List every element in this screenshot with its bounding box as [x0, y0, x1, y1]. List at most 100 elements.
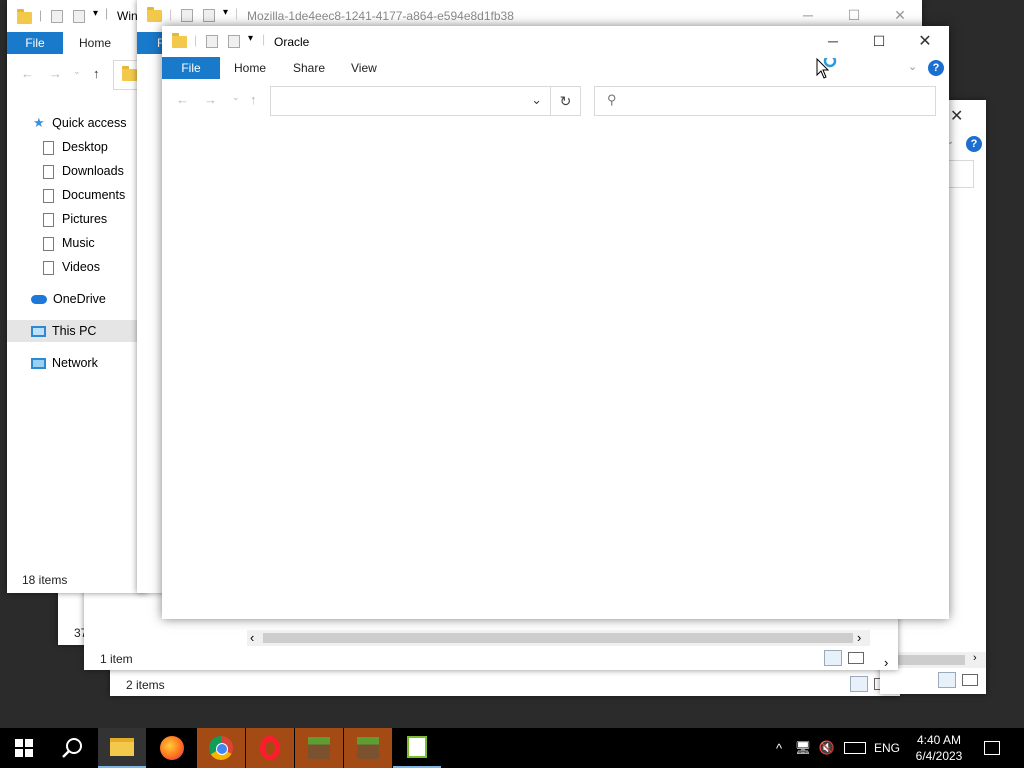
address-bar[interactable]: ⌄: [270, 86, 551, 116]
close-icon[interactable]: ✕: [950, 106, 963, 126]
sidebar-item-downloads[interactable]: Downloads: [43, 160, 124, 182]
sidebar-item-videos[interactable]: Videos: [43, 256, 100, 278]
taskbar-opera[interactable]: [246, 728, 294, 768]
sidebar-item-label: Music: [62, 236, 95, 250]
up-arrow-icon[interactable]: ↑: [250, 92, 257, 107]
sidebar-item-onedrive[interactable]: OneDrive: [31, 288, 106, 310]
customize-quick-access-icon[interactable]: ▾: [248, 33, 253, 44]
chrome-icon: [209, 736, 233, 760]
back-arrow-icon[interactable]: ←: [176, 92, 189, 107]
large-icons-view-button[interactable]: [848, 652, 864, 664]
sidebar-item-desktop[interactable]: Desktop: [43, 136, 108, 158]
large-icons-view-button[interactable]: [962, 674, 978, 686]
sidebar-item-label: Videos: [62, 260, 100, 274]
sidebar-item-this-pc[interactable]: This PC: [7, 320, 147, 342]
refresh-icon: ↻: [559, 93, 572, 109]
navigation-pane: ★ Quick access Desktop Downloads Documen…: [7, 112, 147, 382]
help-icon[interactable]: ?: [928, 60, 944, 76]
customize-quick-access-icon[interactable]: ▾: [93, 8, 98, 19]
clock[interactable]: 4:40 AM 6/4/2023: [908, 728, 970, 768]
recent-locations-chevron-icon[interactable]: ⌄: [232, 92, 240, 103]
taskbar-file-explorer[interactable]: [98, 728, 146, 768]
new-folder-icon[interactable]: [73, 10, 85, 24]
desktop-icon: [43, 140, 54, 155]
window-title: Win: [117, 9, 138, 23]
file-list-area[interactable]: [162, 122, 949, 619]
sidebar-item-label: Desktop: [62, 140, 108, 154]
volume-muted-icon[interactable]: 🔇: [816, 728, 838, 768]
explorer-window-oracle: | ▾ | Oracle ─ ☐ ✕ File Home Share View …: [162, 26, 949, 619]
sidebar-item-label: Downloads: [62, 164, 124, 178]
close-button[interactable]: ✕: [902, 26, 948, 56]
action-center-button[interactable]: [978, 728, 1006, 768]
folder-icon: [122, 66, 137, 81]
sidebar-item-label: Network: [52, 356, 98, 370]
folder-icon: [147, 6, 162, 22]
up-arrow-icon[interactable]: ↑: [93, 66, 100, 81]
chevron-right-icon[interactable]: ›: [857, 630, 861, 645]
forward-arrow-icon[interactable]: →: [204, 92, 217, 107]
tab-home[interactable]: Home: [67, 32, 123, 54]
taskbar-firefox[interactable]: [148, 728, 196, 768]
folder-icon: [17, 8, 32, 24]
taskbar-notepad-plus-plus[interactable]: [393, 728, 441, 768]
new-folder-icon[interactable]: [203, 9, 215, 23]
show-hidden-icons-chevron[interactable]: ^: [770, 728, 788, 768]
help-icon[interactable]: ?: [966, 136, 982, 152]
explorer-window-back: | ▾ | Win File Home ← → ⌄ ↑ ★ Quick acce…: [7, 0, 147, 593]
search-button[interactable]: [48, 728, 96, 768]
properties-icon[interactable]: [206, 35, 218, 49]
network-status-icon[interactable]: 🖥: [792, 728, 814, 768]
minecraft-icon: [308, 737, 330, 759]
details-view-button[interactable]: [824, 650, 842, 666]
search-input[interactable]: ⚲: [594, 86, 936, 116]
start-button[interactable]: [0, 728, 48, 768]
sidebar-item-label: Quick access: [52, 116, 127, 130]
tab-share[interactable]: Share: [281, 57, 337, 79]
taskbar-chrome[interactable]: [197, 728, 245, 768]
new-folder-icon[interactable]: [228, 35, 240, 49]
sidebar-item-quick-access[interactable]: ★ Quick access: [33, 112, 126, 134]
address-dropdown-chevron-icon[interactable]: ⌄: [531, 92, 542, 108]
touch-keyboard-icon[interactable]: [842, 728, 868, 768]
sidebar-item-label: Documents: [62, 188, 126, 202]
star-icon: ★: [33, 115, 45, 130]
music-icon: [43, 236, 54, 251]
tab-file[interactable]: File: [7, 32, 63, 54]
cloud-icon: [31, 295, 47, 305]
window-title: Oracle: [274, 35, 310, 49]
sidebar-item-network[interactable]: Network: [31, 352, 98, 374]
properties-icon[interactable]: [181, 9, 193, 23]
sidebar-item-documents[interactable]: Documents: [43, 184, 125, 206]
language-indicator[interactable]: ENG: [872, 728, 902, 768]
taskbar-minecraft-2[interactable]: [344, 728, 392, 768]
expand-ribbon-chevron-icon[interactable]: ⌄: [908, 60, 917, 73]
refresh-button[interactable]: ↻: [551, 86, 581, 116]
notification-icon: [984, 741, 1000, 755]
scrollbar-thumb[interactable]: [263, 633, 853, 643]
maximize-button[interactable]: ☐: [856, 26, 902, 56]
folder-icon: [172, 32, 187, 48]
monitor-icon: [31, 326, 46, 338]
chevron-right-icon[interactable]: ›: [884, 655, 888, 670]
tab-file[interactable]: File: [162, 57, 220, 79]
taskbar-minecraft-1[interactable]: [295, 728, 343, 768]
tab-view[interactable]: View: [339, 57, 389, 79]
sidebar-item-music[interactable]: Music: [43, 232, 95, 254]
customize-quick-access-icon[interactable]: ▾: [223, 7, 228, 18]
forward-arrow-icon[interactable]: →: [49, 66, 62, 81]
chevron-left-icon[interactable]: ‹: [250, 630, 254, 645]
tab-home[interactable]: Home: [222, 57, 278, 79]
sidebar-item-pictures[interactable]: Pictures: [43, 208, 107, 230]
back-arrow-icon[interactable]: ←: [21, 66, 34, 81]
chevron-down-icon[interactable]: ⌄: [73, 66, 81, 77]
sidebar-item-label: This PC: [52, 324, 97, 338]
network-icon: [31, 358, 46, 370]
details-view-button[interactable]: [938, 672, 956, 688]
chevron-right-icon: ›: [973, 652, 977, 664]
properties-icon[interactable]: [51, 10, 63, 24]
minimize-button[interactable]: ─: [810, 26, 856, 56]
details-view-button[interactable]: [850, 676, 868, 692]
horizontal-scrollbar[interactable]: ‹ ›: [247, 630, 870, 646]
notepad-plus-plus-icon: [407, 736, 427, 758]
